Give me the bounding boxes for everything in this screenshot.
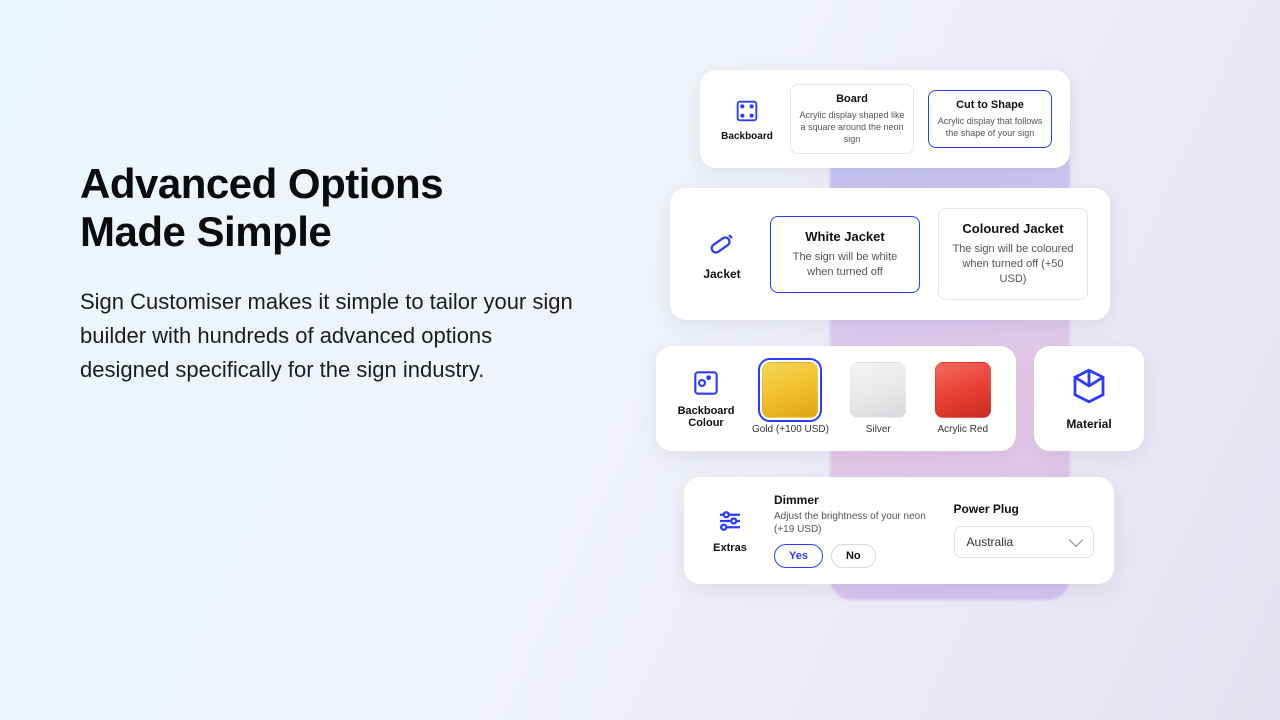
- backboard-icon-col: Backboard: [718, 97, 776, 142]
- extras-card: Extras Dimmer Adjust the brightness of y…: [684, 477, 1114, 584]
- option-title: Coloured Jacket: [951, 221, 1075, 236]
- extras-label: Extras: [713, 542, 747, 554]
- jacket-icon: [705, 228, 739, 262]
- backboard-colour-card: Backboard Colour Gold (+100 USD) Silver …: [656, 346, 1016, 451]
- jacket-icon-col: Jacket: [692, 228, 752, 281]
- backboard-option-cut-to-shape[interactable]: Cut to Shape Acrylic display that follow…: [928, 90, 1052, 148]
- hero-title-line2: Made Simple: [80, 208, 331, 255]
- power-plug-select[interactable]: Australia: [954, 526, 1094, 558]
- swatch-acrylic-red[interactable]: [935, 362, 991, 418]
- swatch-silver-col: Silver: [843, 362, 914, 435]
- dimmer-title: Dimmer: [774, 493, 936, 507]
- backboard-card: Backboard Board Acrylic display shaped l…: [700, 70, 1070, 168]
- material-label: Material: [1066, 417, 1111, 431]
- option-desc: The sign will be white when turned off: [783, 250, 907, 280]
- option-title: White Jacket: [783, 229, 907, 244]
- dimmer-no-button[interactable]: No: [831, 544, 876, 568]
- dimmer-toggle: Yes No: [774, 544, 936, 568]
- swatch-silver-label: Silver: [866, 424, 891, 435]
- swatch-gold[interactable]: [762, 362, 818, 418]
- backboard-label: Backboard: [721, 131, 773, 142]
- material-card[interactable]: Material: [1034, 346, 1144, 451]
- swatch-red-col: Acrylic Red: [927, 362, 998, 435]
- option-desc: Acrylic display shaped like a square aro…: [799, 109, 905, 145]
- swatch-gold-col: Gold (+100 USD): [752, 362, 829, 435]
- swatch-silver[interactable]: [850, 362, 906, 418]
- hero-copy: Advanced Options Made Simple Sign Custom…: [80, 160, 580, 387]
- option-title: Board: [799, 93, 905, 105]
- power-plug-block: Power Plug Australia: [954, 502, 1094, 558]
- jacket-option-white[interactable]: White Jacket The sign will be white when…: [770, 216, 920, 293]
- option-title: Cut to Shape: [937, 99, 1043, 111]
- dimmer-yes-button[interactable]: Yes: [774, 544, 823, 568]
- palette-icon: [690, 367, 722, 399]
- backboard-colour-icon-col: Backboard Colour: [674, 367, 738, 429]
- sliders-icon: [715, 506, 745, 536]
- hero-title: Advanced Options Made Simple: [80, 160, 580, 257]
- jacket-card: Jacket White Jacket The sign will be whi…: [670, 188, 1110, 320]
- backboard-icon: [733, 97, 761, 125]
- jacket-label: Jacket: [703, 268, 740, 281]
- swatch-red-label: Acrylic Red: [937, 424, 988, 435]
- power-plug-title: Power Plug: [954, 502, 1094, 516]
- jacket-option-coloured[interactable]: Coloured Jacket The sign will be coloure…: [938, 208, 1088, 300]
- swatch-gold-label: Gold (+100 USD): [752, 424, 829, 435]
- options-stage: Backboard Board Acrylic display shaped l…: [660, 70, 1200, 584]
- chevron-down-icon: [1069, 533, 1083, 547]
- option-desc: The sign will be coloured when turned of…: [951, 242, 1075, 287]
- backboard-colour-label: Backboard Colour: [674, 405, 738, 429]
- dimmer-desc: Adjust the brightness of your neon (+19 …: [774, 510, 936, 536]
- colour-material-row: Backboard Colour Gold (+100 USD) Silver …: [656, 346, 1200, 451]
- hero-title-line1: Advanced Options: [80, 160, 443, 207]
- extras-icon-col: Extras: [704, 506, 756, 554]
- dimmer-block: Dimmer Adjust the brightness of your neo…: [774, 493, 936, 568]
- cube-icon: [1068, 365, 1110, 407]
- backboard-option-board[interactable]: Board Acrylic display shaped like a squa…: [790, 84, 914, 154]
- option-desc: Acrylic display that follows the shape o…: [937, 115, 1043, 139]
- hero-body: Sign Customiser makes it simple to tailo…: [80, 285, 580, 387]
- power-plug-value: Australia: [967, 535, 1014, 549]
